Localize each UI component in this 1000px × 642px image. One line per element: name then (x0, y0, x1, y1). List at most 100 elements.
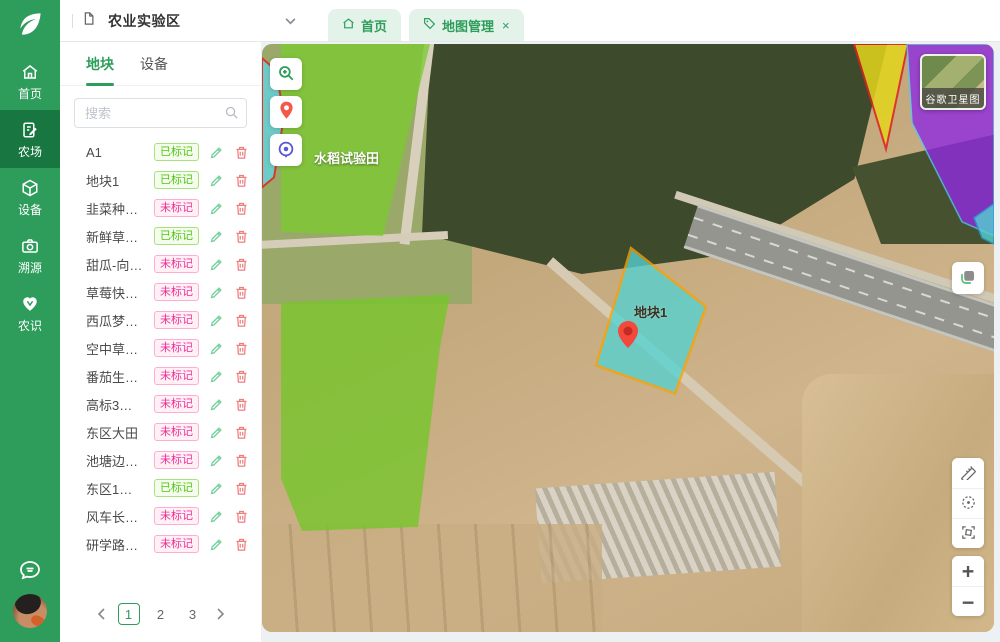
tab-map-management[interactable]: 地图管理 × (409, 9, 524, 41)
delete-icon[interactable] (233, 480, 249, 496)
document-icon (81, 11, 96, 31)
trace-camera-icon (21, 237, 39, 257)
sidebar-item-trace[interactable]: 溯源 (0, 226, 60, 284)
plot-list: A1 已标记 地块1 已标记 韭菜种植区 未标记 (60, 136, 261, 586)
list-item[interactable]: 地块1 已标记 (60, 166, 261, 194)
next-page-icon[interactable] (214, 608, 228, 620)
polygon-yellow (854, 44, 908, 149)
chevron-down-icon[interactable] (285, 12, 296, 30)
edit-icon[interactable] (208, 368, 224, 384)
home-icon (342, 17, 355, 33)
org-selector[interactable]: 农业实验区 (72, 0, 296, 42)
zoom-in-button[interactable]: + (952, 556, 984, 586)
edit-icon[interactable] (208, 340, 224, 356)
edit-icon[interactable] (208, 396, 224, 412)
map-locate-button[interactable] (270, 134, 302, 166)
plot-panel: 地块 设备 A1 已标记 地块1 (60, 42, 262, 642)
list-item[interactable]: A1 已标记 (60, 138, 261, 166)
delete-icon[interactable] (233, 284, 249, 300)
tab-home[interactable]: 首页 (328, 9, 401, 41)
target-icon (277, 140, 295, 161)
measure-button[interactable] (952, 458, 984, 488)
page-button-1[interactable]: 1 (118, 603, 140, 625)
map-label-rice-field: 水稻试验田 (314, 148, 379, 167)
prev-page-icon[interactable] (94, 608, 108, 620)
user-avatar[interactable] (13, 594, 47, 628)
list-item[interactable]: 高标3号棚 未标记 (60, 390, 261, 418)
edit-icon[interactable] (208, 536, 224, 552)
list-item[interactable]: 东区1号育苗棚 已标记 (60, 474, 261, 502)
delete-icon[interactable] (233, 508, 249, 524)
basemap-label: 谷歌卫星图 (922, 88, 984, 108)
list-item[interactable]: 新鲜草莓棚 已标记 (60, 222, 261, 250)
sidebar-item-knowledge[interactable]: 农识 (0, 284, 60, 342)
delete-icon[interactable] (233, 396, 249, 412)
sidebar-item-home[interactable]: 首页 (0, 52, 60, 110)
status-badge: 未标记 (154, 283, 199, 301)
status-badge: 已标记 (154, 227, 199, 245)
list-item[interactable]: 西瓜梦工厂 未标记 (60, 306, 261, 334)
edit-icon[interactable] (208, 424, 224, 440)
edit-icon[interactable] (208, 508, 224, 524)
close-icon[interactable]: × (502, 19, 510, 32)
locate-circle-icon (960, 494, 977, 514)
app-root: 首页 农场 设备 溯源 农识 (0, 0, 1000, 642)
map-search-button[interactable] (270, 58, 302, 90)
zoom-out-button[interactable]: − (952, 586, 984, 616)
edit-icon[interactable] (208, 172, 224, 188)
map-zoom-group: + − (952, 556, 984, 616)
delete-icon[interactable] (233, 424, 249, 440)
basemap-switch-button[interactable] (952, 262, 984, 294)
topbar: 农业实验区 首页 地图管理 × (60, 0, 1000, 42)
delete-icon[interactable] (233, 144, 249, 160)
edit-icon[interactable] (208, 452, 224, 468)
locate-button[interactable] (952, 488, 984, 518)
search-input[interactable] (74, 98, 247, 128)
delete-icon[interactable] (233, 172, 249, 188)
chat-button[interactable] (0, 550, 60, 594)
ruler-icon (960, 463, 977, 483)
edit-icon[interactable] (208, 312, 224, 328)
edit-icon[interactable] (208, 256, 224, 272)
list-item[interactable]: 研学路（炮仗花） 未标记 (60, 530, 261, 558)
delete-icon[interactable] (233, 340, 249, 356)
edit-icon[interactable] (208, 144, 224, 160)
map-pin-marker[interactable] (616, 320, 640, 355)
list-item[interactable]: 韭菜种植区 未标记 (60, 194, 261, 222)
delete-icon[interactable] (233, 200, 249, 216)
delete-icon[interactable] (233, 452, 249, 468)
status-badge: 未标记 (154, 507, 199, 525)
pagination: 1 2 3 (60, 586, 261, 642)
edit-icon[interactable] (208, 480, 224, 496)
list-item[interactable]: 东区大田 未标记 (60, 418, 261, 446)
list-item[interactable]: 番茄生产大棚 未标记 (60, 362, 261, 390)
list-item[interactable]: 甜瓜-向往的田园 未标记 (60, 250, 261, 278)
edit-icon[interactable] (208, 284, 224, 300)
delete-icon[interactable] (233, 228, 249, 244)
sidebar-item-farm[interactable]: 农场 (0, 110, 60, 168)
page-button-2[interactable]: 2 (150, 603, 172, 625)
delete-icon[interactable] (233, 256, 249, 272)
status-badge: 未标记 (154, 339, 199, 357)
org-name[interactable]: 农业实验区 (108, 11, 181, 31)
tab-plots[interactable]: 地块 (86, 42, 114, 86)
list-item[interactable]: 风车长廊2(紫藤) 未标记 (60, 502, 261, 530)
list-item[interactable]: 草莓快乐星球 未标记 (60, 278, 261, 306)
home-icon (21, 63, 39, 83)
fit-view-button[interactable] (952, 518, 984, 548)
sidebar-item-device[interactable]: 设备 (0, 168, 60, 226)
delete-icon[interactable] (233, 312, 249, 328)
delete-icon[interactable] (233, 368, 249, 384)
map-mark-button[interactable] (270, 96, 302, 128)
page-button-3[interactable]: 3 (182, 603, 204, 625)
map-container: 水稻试验田 地块1 (262, 42, 1000, 642)
map-canvas[interactable]: 水稻试验田 地块1 (262, 44, 994, 632)
list-item[interactable]: 空中草莓棚 未标记 (60, 334, 261, 362)
list-item[interactable]: 池塘边廊架（使... 未标记 (60, 446, 261, 474)
edit-icon[interactable] (208, 228, 224, 244)
tab-devices[interactable]: 设备 (140, 42, 168, 86)
delete-icon[interactable] (233, 536, 249, 552)
plus-icon: + (962, 561, 974, 581)
edit-icon[interactable] (208, 200, 224, 216)
basemap-selector[interactable]: 谷歌卫星图 (920, 54, 986, 110)
